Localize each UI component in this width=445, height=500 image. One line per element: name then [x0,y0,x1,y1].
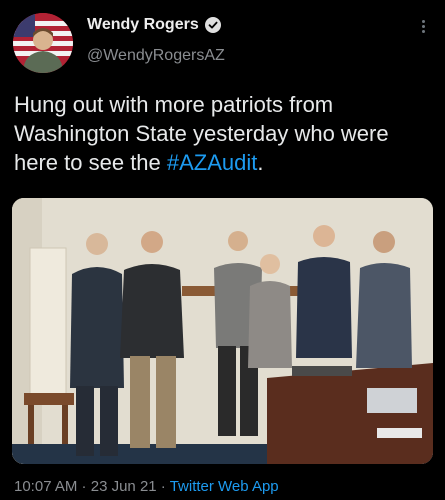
display-name[interactable]: Wendy Rogers [87,16,199,34]
hashtag-link[interactable]: #AZAudit [167,150,258,175]
source-app-link[interactable]: Twitter Web App [170,478,279,495]
tweet-metadata: 10:07 AM · 23 Jun 21 · Twitter Web App [14,478,279,495]
avatar-image [13,13,73,73]
user-handle[interactable]: @WendyRogersAZ [87,47,225,65]
avatar[interactable] [13,13,73,73]
meta-separator: · [156,478,170,495]
meta-separator: · [77,478,91,495]
tweet-date[interactable]: 23 Jun 21 [91,478,157,495]
tweet-text: Hung out with more patriots from Washing… [14,90,434,177]
more-options-icon[interactable] [421,20,427,36]
verified-badge-icon [204,17,221,33]
tweet-time[interactable]: 10:07 AM [14,478,77,495]
tweet-text-end: . [257,150,264,175]
group-photo-image [12,198,433,464]
author-name-row[interactable]: Wendy Rogers [87,16,221,34]
tweet-photo[interactable] [12,198,433,464]
